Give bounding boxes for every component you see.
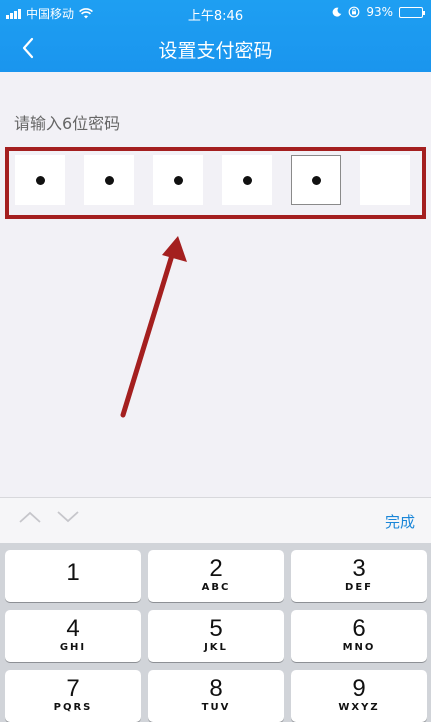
key-6[interactable]: 6 MNO (291, 610, 427, 662)
battery-icon (399, 6, 425, 18)
key-letters: TUV (201, 702, 231, 713)
key-number: 1 (66, 559, 80, 586)
key-number: 5 (209, 615, 223, 642)
key-number: 6 (352, 615, 366, 642)
numeric-keypad: 1 2 ABC 3 DEF 4 GHI 5 JKL 6 MNO 7 PQRS 8 TUV 9 WXYZ (0, 543, 431, 722)
done-button[interactable]: 完成 (385, 511, 415, 532)
key-number: 8 (209, 675, 223, 702)
status-bar: 中国移动 上午8:46 93% (0, 0, 431, 26)
key-9[interactable]: 9 WXYZ (291, 670, 427, 722)
key-4[interactable]: 4 GHI (5, 610, 141, 662)
chevron-up-icon[interactable] (18, 510, 42, 524)
key-number: 2 (209, 555, 223, 582)
key-3[interactable]: 3 DEF (291, 550, 427, 602)
key-5[interactable]: 5 JKL (148, 610, 284, 662)
chevron-down-icon[interactable] (56, 510, 80, 524)
key-letters: JKL (204, 642, 228, 653)
key-letters: MNO (342, 642, 376, 653)
key-letters: DEF (345, 582, 373, 593)
key-number: 7 (66, 675, 80, 702)
key-letters: WXYZ (338, 702, 380, 713)
key-1[interactable]: 1 (5, 550, 141, 602)
key-letters: GHI (59, 642, 87, 653)
key-2[interactable]: 2 ABC (148, 550, 284, 602)
key-7[interactable]: 7 PQRS (5, 670, 141, 722)
key-number: 9 (352, 675, 366, 702)
key-letters: ABC (201, 582, 231, 593)
highlight-frame (5, 147, 426, 219)
battery-percent: 93% (366, 5, 393, 19)
top-bar: 中国移动 上午8:46 93% 设置支付密码 (0, 0, 431, 72)
rotation-lock-icon (348, 6, 360, 18)
nav-bar: 设置支付密码 (0, 26, 431, 72)
key-8[interactable]: 8 TUV (148, 670, 284, 722)
password-prompt: 请输入6位密码 (14, 114, 121, 133)
moon-icon (332, 7, 342, 17)
keyboard-toolbar: 完成 (0, 497, 431, 543)
key-number: 3 (352, 555, 366, 582)
key-letters: PQRS (53, 702, 93, 713)
key-number: 4 (66, 615, 80, 642)
page-title: 设置支付密码 (158, 40, 273, 62)
